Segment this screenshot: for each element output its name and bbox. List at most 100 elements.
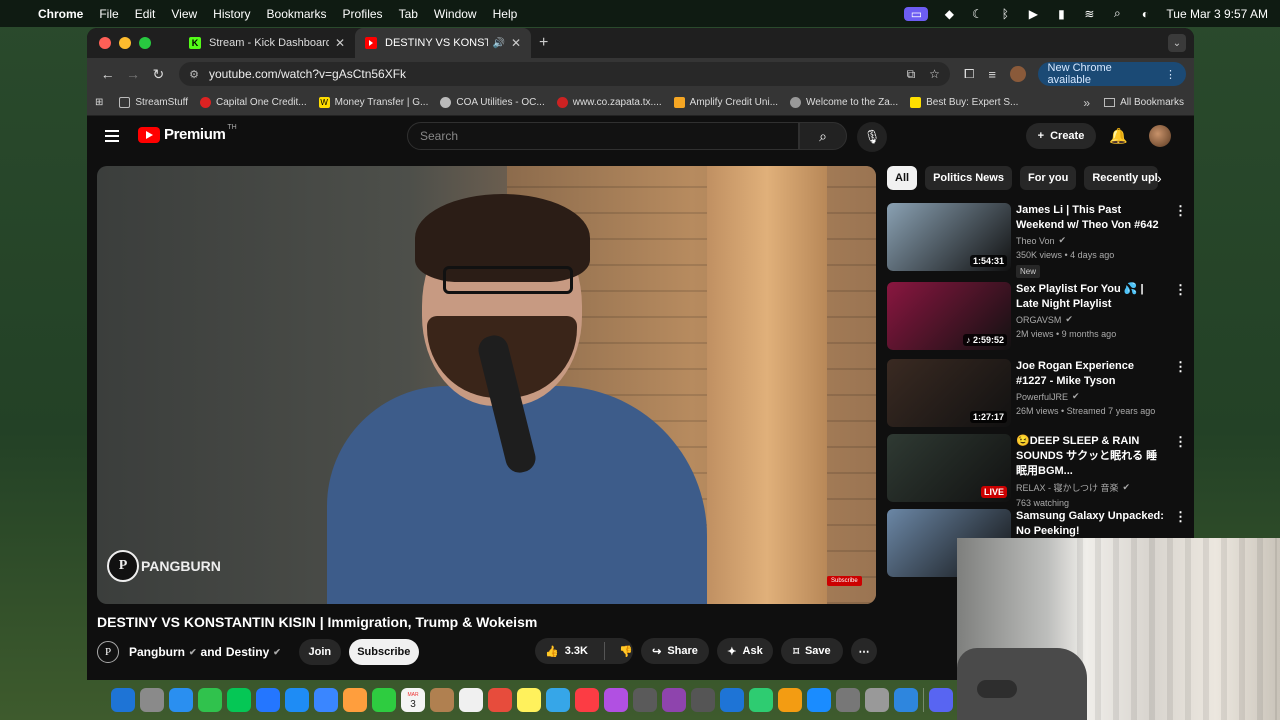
bluetooth-icon[interactable]: ᛒ [998,7,1012,21]
zoom-window-button[interactable] [139,37,151,49]
hamburger-menu-icon[interactable] [105,130,119,145]
subscribe-button[interactable]: Subscribe [348,639,419,665]
menu-window[interactable]: Window [434,7,477,21]
dock-app-icon[interactable] [314,688,338,712]
recommendation-channel[interactable]: Theo Von ✔ [1016,235,1164,246]
menu-help[interactable]: Help [493,7,518,21]
dock-app-icon[interactable] [111,688,135,712]
dock-app-icon[interactable] [459,688,483,712]
video-thumbnail[interactable]: ♪ 2:59:52 [887,282,1011,350]
site-info-icon[interactable]: ⚙ [189,68,199,81]
dock-app-icon[interactable] [169,688,193,712]
recommendation-title[interactable]: 😉DEEP SLEEP & RAIN SOUNDS サクッと眠れる 睡眠用BGM… [1016,434,1164,479]
account-avatar[interactable] [1149,125,1171,147]
collab-channel-name[interactable]: Destiny [226,645,269,659]
recommendation-channel[interactable]: PowerfulJRE ✔ [1016,391,1164,402]
recommendation-title[interactable]: Joe Rogan Experience #1227 - Mike Tyson [1016,359,1164,389]
recommendation-item[interactable]: 1:27:17 Joe Rogan Experience #1227 - Mike… [887,359,1187,429]
create-button[interactable]: + Create [1026,123,1096,149]
close-tab-icon[interactable]: ✕ [335,36,345,50]
dock-app-icon[interactable] [807,688,831,712]
dock-app-icon[interactable] [285,688,309,712]
channel-avatar[interactable]: P [97,641,119,663]
thumbs-down-icon[interactable]: 👎 [619,645,633,658]
more-vertical-icon[interactable]: ⋮ [1174,359,1187,375]
more-vertical-icon[interactable]: ⋮ [1174,434,1187,450]
video-thumbnail[interactable]: LIVE [887,434,1011,502]
dock-app-icon[interactable] [749,688,773,712]
dock-app-icon[interactable] [546,688,570,712]
menu-app-name[interactable]: Chrome [38,7,83,21]
chip-recently-uploaded[interactable]: Recently uploaded [1084,166,1159,190]
join-button[interactable]: Join [298,639,341,665]
bookmark-item[interactable]: Capital One Credit... [200,97,307,108]
notifications-bell-icon[interactable]: 🔔 [1109,127,1128,145]
dock-app-icon[interactable] [894,688,918,712]
more-vertical-icon[interactable]: ⋮ [1174,509,1187,525]
save-button[interactable]: ⌑ Save [781,638,843,664]
new-tab-button[interactable]: + [539,34,548,52]
back-icon[interactable]: ← [95,66,120,82]
dock-app-icon[interactable] [256,688,280,712]
dock-app-icon[interactable] [633,688,657,712]
recommendation-channel[interactable]: RELAX - 寝かしつけ 音楽 ✔ [1016,481,1164,494]
dropbox-icon[interactable]: ◆ [942,7,956,21]
youtube-premium-logo[interactable]: Premium TH [138,124,237,143]
recommendation-item[interactable]: ♪ 2:59:52 Sex Playlist For You 💦 | Late N… [887,282,1187,352]
dock-app-icon[interactable] [372,688,396,712]
chip-for-you[interactable]: For you [1019,166,1077,190]
channel-watermark[interactable]: P PANGBURN [107,550,221,582]
like-button[interactable]: 👍 3.3K 👎 [535,638,633,664]
ask-button[interactable]: ✦ Ask [717,638,773,664]
chip-politics-news[interactable]: Politics News [925,166,1012,190]
bookmark-item[interactable]: Best Buy: Expert S... [910,97,1018,108]
recommendation-item[interactable]: 1:54:31 James Li | This Past Weekend w/ T… [887,203,1187,278]
battery-icon[interactable]: ▮ [1054,7,1068,21]
dock-app-icon[interactable] [691,688,715,712]
dock-app-icon[interactable] [488,688,512,712]
share-button[interactable]: ↪ Share [641,638,709,664]
channel-name[interactable]: Pangburn [129,645,185,659]
dock-app-icon[interactable] [865,688,889,712]
url-text[interactable]: youtube.com/watch?v=gAsCtn56XFk [209,67,406,81]
more-vertical-icon[interactable]: ⋮ [1174,203,1187,219]
dock-app-icon[interactable] [517,688,541,712]
address-bar[interactable]: ⚙ youtube.com/watch?v=gAsCtn56XFk ⧉ ☆ [179,62,950,86]
clock[interactable]: Tue Mar 3 9:57 AM [1166,7,1268,21]
bookmark-item[interactable]: COA Utilities - OC... [440,97,545,108]
subscribe-badge[interactable]: Subscribe [827,576,862,586]
dock-app-icon[interactable] [430,688,454,712]
menu-edit[interactable]: Edit [135,7,156,21]
recommendation-item[interactable]: LIVE 😉DEEP SLEEP & RAIN SOUNDS サクッと眠れる 睡眠… [887,434,1187,508]
apps-grid-icon[interactable]: ⊞ [95,97,103,108]
new-chrome-available-button[interactable]: New Chrome available ⋮ [1037,62,1186,86]
close-window-button[interactable] [99,37,111,49]
dock-app-icon[interactable] [662,688,686,712]
bookmarks-overflow-icon[interactable]: » [1083,96,1090,110]
wifi-icon[interactable]: ≋ [1082,7,1096,21]
menu-file[interactable]: File [99,7,118,21]
dock-app-icon[interactable] [720,688,744,712]
all-bookmarks-button[interactable]: All Bookmarks [1104,97,1184,108]
video-player[interactable]: P PANGBURN Subscribe [97,166,876,604]
tab-kick-dashboard[interactable]: K Stream - Kick Dashboard ✕ [179,28,355,58]
video-thumbnail[interactable]: 1:54:31 [887,203,1011,271]
tab-youtube-video[interactable]: DESTINY VS KONSTANTIN 🔊 ✕ [355,28,531,58]
bookmark-star-icon[interactable]: ☆ [929,67,940,82]
video-thumbnail[interactable]: 1:27:17 [887,359,1011,427]
menu-bookmarks[interactable]: Bookmarks [267,7,327,21]
bookmark-item[interactable]: StreamStuff [119,97,188,108]
chevron-right-icon[interactable]: › [1157,170,1162,186]
recommendation-title[interactable]: Samsung Galaxy Unpacked: No Peeking! [1016,509,1164,539]
play-circle-icon[interactable]: ▶ [1026,7,1040,21]
cast-icon[interactable]: ⧉ [907,67,916,82]
extensions-icon[interactable]: ⧠ [964,66,974,82]
control-center-icon[interactable]: ◐ [1138,7,1152,21]
more-actions-button[interactable]: ⋯ [851,638,877,664]
spotlight-search-icon[interactable]: ⌕ [1110,6,1124,21]
menu-tab[interactable]: Tab [399,7,418,21]
reload-icon[interactable]: ↻ [146,66,171,83]
menu-view[interactable]: View [171,7,197,21]
bookmark-item[interactable]: W Money Transfer | G... [318,97,428,108]
voice-search-button[interactable]: 🎙 [857,122,887,152]
